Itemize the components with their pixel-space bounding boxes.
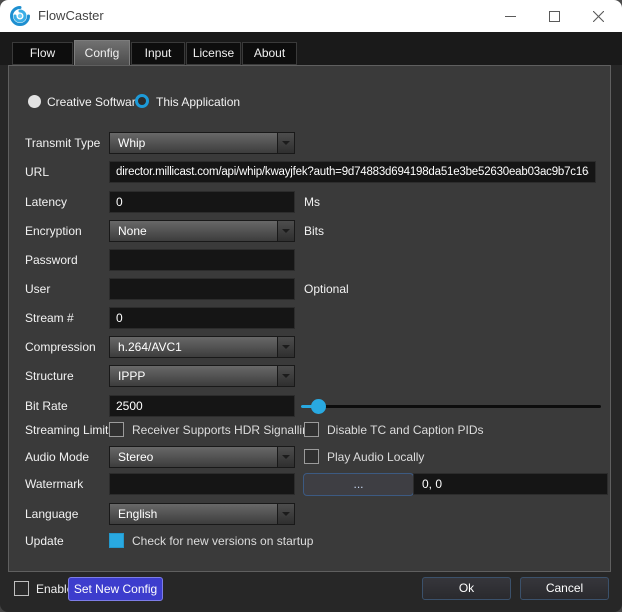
app-window: FlowCaster Flow Config Input License Abo… <box>0 0 622 612</box>
encryption-value: None <box>110 224 277 238</box>
chevron-down-icon <box>277 221 294 241</box>
compression-dropdown[interactable]: h.264/AVC1 <box>109 336 295 358</box>
stream-number-label: Stream # <box>25 307 74 329</box>
chevron-down-icon <box>277 337 294 357</box>
hdr-signalling-checkbox-label: Receiver Supports HDR Signalling <box>132 422 315 438</box>
slider-handle[interactable] <box>311 399 326 414</box>
set-new-config-button[interactable]: Set New Config <box>68 577 163 601</box>
hdr-signalling-checkbox[interactable] <box>109 422 124 437</box>
close-icon <box>593 11 604 22</box>
compression-value: h.264/AVC1 <box>110 340 277 354</box>
latency-label: Latency <box>25 191 67 213</box>
language-dropdown[interactable]: English <box>109 503 295 525</box>
radio-this-application-label: This Application <box>156 91 240 113</box>
tab-config[interactable]: Config <box>74 40 130 66</box>
encryption-label: Encryption <box>25 220 82 242</box>
enable-checkbox[interactable] <box>14 581 29 596</box>
watermark-position-input[interactable] <box>413 473 608 495</box>
minimize-button[interactable] <box>488 0 532 32</box>
user-input[interactable] <box>109 278 295 300</box>
ok-button[interactable]: Ok <box>422 577 511 600</box>
password-input[interactable] <box>109 249 295 271</box>
password-label: Password <box>25 249 78 271</box>
user-label: User <box>25 278 50 300</box>
encryption-unit-label: Bits <box>304 220 324 242</box>
latency-input[interactable] <box>109 191 295 213</box>
url-label: URL <box>25 161 49 183</box>
config-panel: Creative Software This Application Trans… <box>8 65 611 572</box>
structure-dropdown[interactable]: IPPP <box>109 365 295 387</box>
watermark-input[interactable] <box>109 473 295 495</box>
chevron-down-icon <box>277 504 294 524</box>
play-audio-locally-checkbox-label: Play Audio Locally <box>327 449 424 465</box>
transmit-type-value: Whip <box>110 136 277 150</box>
bit-rate-slider[interactable] <box>301 395 601 417</box>
audio-mode-dropdown[interactable]: Stereo <box>109 446 295 468</box>
chevron-down-icon <box>277 366 294 386</box>
play-audio-locally-checkbox[interactable] <box>304 449 319 464</box>
cancel-button[interactable]: Cancel <box>520 577 609 600</box>
maximize-icon <box>549 11 560 22</box>
user-optional-label: Optional <box>304 278 349 300</box>
latency-unit-label: Ms <box>304 191 320 213</box>
structure-label: Structure <box>25 365 74 387</box>
transmit-type-dropdown[interactable]: Whip <box>109 132 295 154</box>
audio-mode-label: Audio Mode <box>25 446 89 468</box>
stream-number-input[interactable] <box>109 307 295 329</box>
window-title: FlowCaster <box>38 0 104 32</box>
tab-about[interactable]: About <box>242 42 297 65</box>
title-bar: FlowCaster <box>0 0 622 32</box>
app-logo-icon <box>10 6 30 26</box>
language-value: English <box>110 507 277 521</box>
language-label: Language <box>25 503 78 525</box>
url-input[interactable] <box>109 161 596 183</box>
watermark-browse-button[interactable]: ... <box>303 473 414 496</box>
compression-label: Compression <box>25 336 96 358</box>
minimize-icon <box>505 11 516 22</box>
check-updates-checkbox[interactable] <box>109 533 124 548</box>
close-button[interactable] <box>576 0 620 32</box>
update-label: Update <box>25 530 64 552</box>
radio-creative-software-label: Creative Software <box>47 91 142 113</box>
chevron-down-icon <box>277 447 294 467</box>
disable-tc-pids-checkbox-label: Disable TC and Caption PIDs <box>327 422 484 438</box>
tab-flow[interactable]: Flow <box>12 42 73 65</box>
maximize-button[interactable] <box>532 0 576 32</box>
audio-mode-value: Stereo <box>110 450 277 464</box>
streaming-limits-label: Streaming Limits <box>25 419 114 441</box>
bit-rate-input[interactable] <box>109 395 295 417</box>
check-updates-checkbox-label: Check for new versions on startup <box>132 533 313 549</box>
encryption-dropdown[interactable]: None <box>109 220 295 242</box>
watermark-label: Watermark <box>25 473 83 495</box>
radio-creative-software[interactable] <box>28 95 41 108</box>
tab-license[interactable]: License <box>186 42 241 65</box>
tab-input[interactable]: Input <box>131 42 185 65</box>
bit-rate-label: Bit Rate <box>25 395 68 417</box>
chevron-down-icon <box>277 133 294 153</box>
slider-track[interactable] <box>301 405 601 408</box>
radio-this-application[interactable] <box>135 94 149 108</box>
structure-value: IPPP <box>110 369 277 383</box>
disable-tc-pids-checkbox[interactable] <box>304 422 319 437</box>
transmit-type-label: Transmit Type <box>25 132 100 154</box>
